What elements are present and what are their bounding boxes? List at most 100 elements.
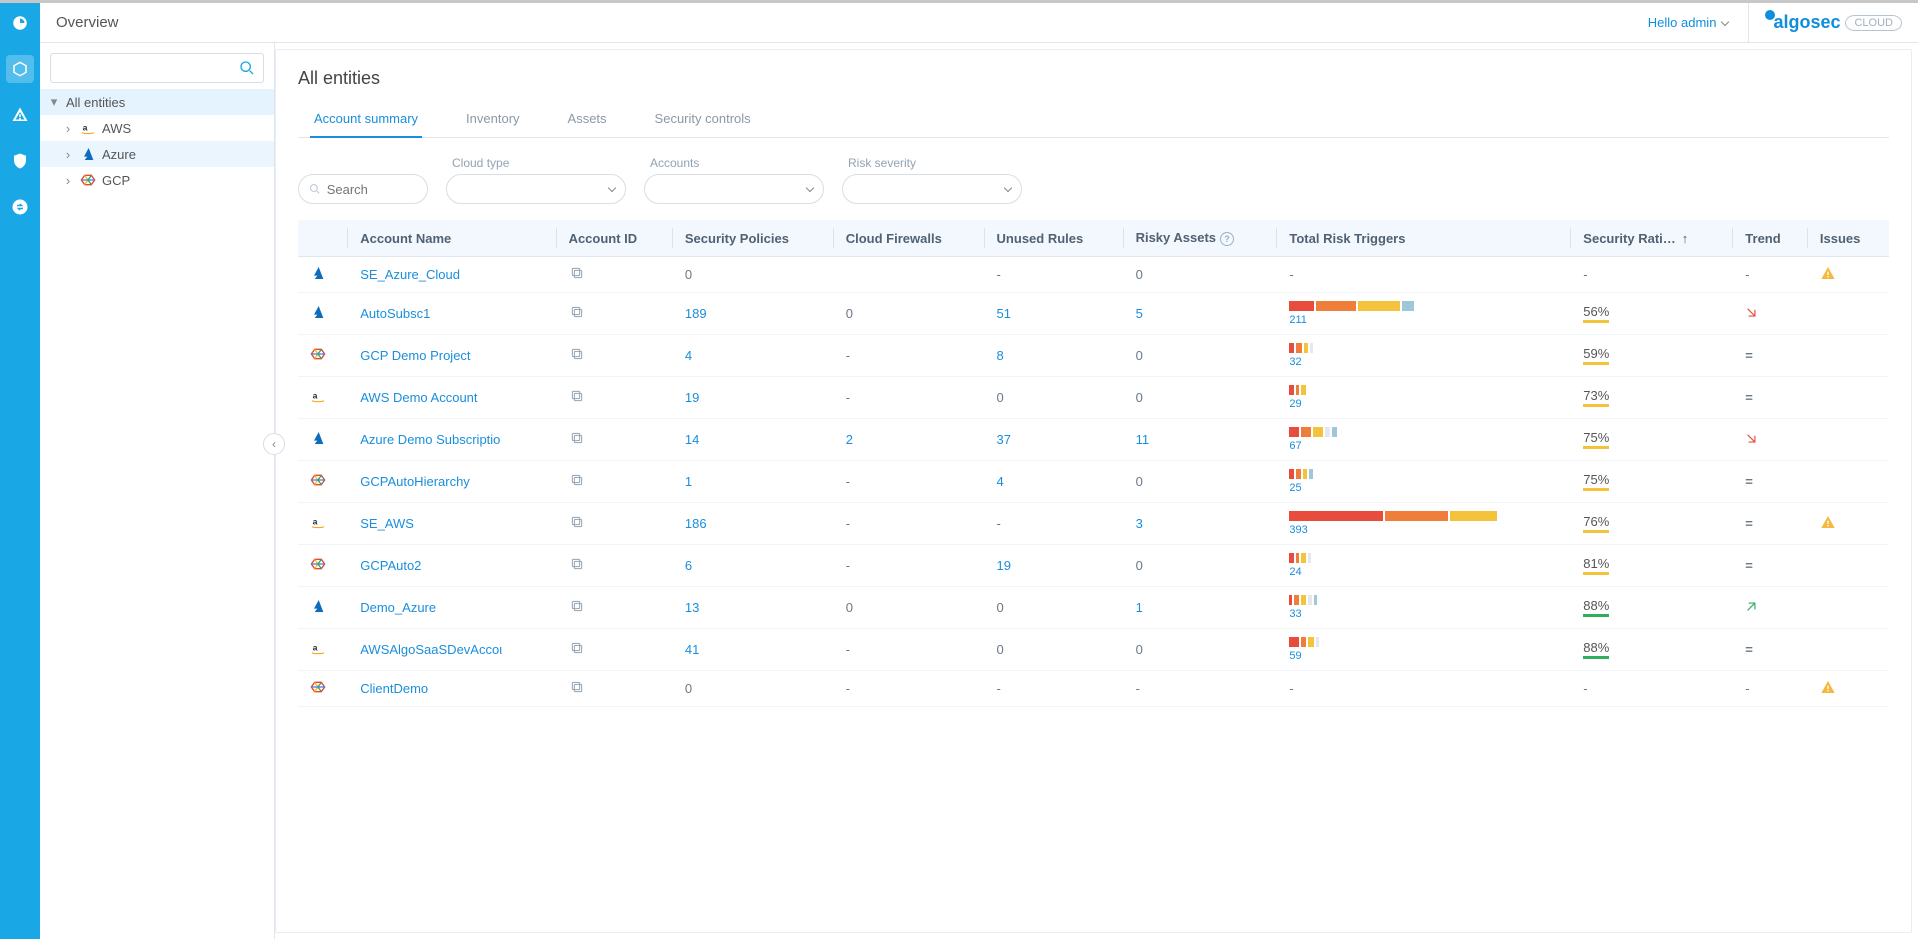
account-name-link[interactable]: GCPAutoHierarchy <box>360 474 470 489</box>
logo-text: algosec <box>1773 12 1840 33</box>
copy-icon[interactable] <box>569 392 585 407</box>
grid-search-input[interactable] <box>327 182 417 197</box>
sidebar-search[interactable] <box>50 53 264 83</box>
copy-icon[interactable] <box>569 269 585 284</box>
azure-icon <box>80 146 96 162</box>
col-header[interactable]: Account Name <box>348 220 556 257</box>
trend-flat-icon: = <box>1745 516 1753 531</box>
col-header[interactable]: Cloud Firewalls <box>834 220 985 257</box>
rating-value: 81% <box>1583 556 1609 575</box>
account-name-link[interactable]: ClientDemo <box>360 681 428 696</box>
col-header[interactable]: Total Risk Triggers <box>1277 220 1571 257</box>
azure-icon <box>310 602 326 617</box>
rating-value: 56% <box>1583 304 1609 323</box>
tab-security controls[interactable]: Security controls <box>651 103 755 137</box>
brand-logo: algosec CLOUD <box>1748 3 1902 43</box>
warning-icon[interactable] <box>1820 269 1836 284</box>
aws-icon: a <box>310 644 326 659</box>
rail-cube-icon[interactable] <box>6 55 34 83</box>
table-row: AutoSubsc1189051521156% <box>298 293 1889 335</box>
tab-assets[interactable]: Assets <box>564 103 611 137</box>
copy-icon[interactable] <box>569 434 585 449</box>
copy-icon[interactable] <box>569 683 585 698</box>
copy-icon[interactable] <box>569 350 585 365</box>
risk-total[interactable]: 67 <box>1289 440 1559 452</box>
filter-cloud type: Cloud type <box>446 156 626 204</box>
risk-total[interactable]: 393 <box>1289 524 1559 536</box>
azure-icon <box>310 308 326 323</box>
tree-item-gcp[interactable]: ›GCP <box>40 167 274 193</box>
logo-cloud-badge: CLOUD <box>1845 15 1902 31</box>
gcp-icon <box>310 683 326 698</box>
col-header[interactable]: Issues <box>1808 220 1889 257</box>
risk-bar <box>1289 469 1499 479</box>
account-name-link[interactable]: AWS Demo Account <box>360 390 477 405</box>
copy-icon[interactable] <box>569 602 585 617</box>
account-name-link[interactable]: Azure Demo Subscriptiо <box>360 432 500 447</box>
tree-item-azure[interactable]: ›Azure <box>40 141 274 167</box>
account-name-link[interactable]: GCP Demo Project <box>360 348 470 363</box>
warning-icon[interactable] <box>1820 683 1836 698</box>
sort-asc-icon[interactable]: ↑ <box>1682 231 1689 246</box>
risk-bar <box>1289 553 1499 563</box>
rail-logo-icon[interactable] <box>6 9 34 37</box>
copy-icon[interactable] <box>569 644 585 659</box>
gcp-icon <box>310 560 326 575</box>
col-header[interactable]: Security Rati…↑ <box>1571 220 1733 257</box>
account-name-link[interactable]: GCPAuto2 <box>360 558 421 573</box>
col-header[interactable]: Trend <box>1733 220 1808 257</box>
risk-total[interactable]: 24 <box>1289 566 1559 578</box>
rail-shield-icon[interactable] <box>6 147 34 175</box>
sidebar-search-input[interactable] <box>59 61 239 76</box>
sidebar-collapse-button[interactable]: ‹ <box>263 433 285 455</box>
filter-select[interactable] <box>644 174 824 204</box>
col-header[interactable]: Risky Assets? <box>1124 220 1278 257</box>
warning-icon[interactable] <box>1820 518 1836 533</box>
svg-text:a: a <box>313 391 318 401</box>
risk-total[interactable]: 59 <box>1289 650 1559 662</box>
tab-account summary[interactable]: Account summary <box>310 103 422 138</box>
risk-bar <box>1289 637 1499 647</box>
main-panel: All entities Account summaryInventoryAss… <box>275 49 1912 933</box>
tree-root[interactable]: ▾All entities <box>40 89 274 115</box>
risk-total[interactable]: 25 <box>1289 482 1559 494</box>
col-header[interactable]: Security Policies <box>673 220 834 257</box>
account-name-link[interactable]: SE_AWS <box>360 516 414 531</box>
rail-swap-icon[interactable] <box>6 193 34 221</box>
risk-bar <box>1289 301 1499 311</box>
svg-text:a: a <box>83 123 88 133</box>
user-menu[interactable]: Hello admin <box>1648 15 1729 30</box>
risk-total[interactable]: 211 <box>1289 314 1559 326</box>
account-name-link[interactable]: SE_Azure_Cloud <box>360 267 460 282</box>
table-row: GCPAuto26-1902481%= <box>298 545 1889 587</box>
rating-value: 88% <box>1583 598 1609 617</box>
rating-value: 88% <box>1583 640 1609 659</box>
page-heading: Overview <box>56 14 119 31</box>
tree-item-aws[interactable]: ›aAWS <box>40 115 274 141</box>
tab-inventory[interactable]: Inventory <box>462 103 523 137</box>
gcp-icon <box>310 476 326 491</box>
help-icon[interactable]: ? <box>1220 232 1234 246</box>
filter-select[interactable] <box>842 174 1022 204</box>
svg-text:a: a <box>313 643 318 653</box>
copy-icon[interactable] <box>569 308 585 323</box>
account-name-link[interactable]: AWSAlgoSaaSDevAccoι <box>360 642 502 657</box>
search-icon <box>239 60 255 76</box>
rating-value: 73% <box>1583 388 1609 407</box>
rail-alert-icon[interactable] <box>6 101 34 129</box>
copy-icon[interactable] <box>569 476 585 491</box>
grid-search[interactable] <box>298 174 428 204</box>
risk-total[interactable]: 32 <box>1289 356 1559 368</box>
filter-select[interactable] <box>446 174 626 204</box>
table-row: Demo_Azure130013388% <box>298 587 1889 629</box>
col-header[interactable]: Unused Rules <box>985 220 1124 257</box>
copy-icon[interactable] <box>569 560 585 575</box>
tabs: Account summary Inventory Assets Security c… <box>298 103 1889 138</box>
col-header[interactable]: Account ID <box>557 220 673 257</box>
account-name-link[interactable]: Demo_Azure <box>360 600 436 615</box>
account-name-link[interactable]: AutoSubsc1 <box>360 306 430 321</box>
risk-total[interactable]: 33 <box>1289 608 1559 620</box>
risk-total[interactable]: 29 <box>1289 398 1559 410</box>
col-header[interactable] <box>298 220 348 257</box>
copy-icon[interactable] <box>569 518 585 533</box>
